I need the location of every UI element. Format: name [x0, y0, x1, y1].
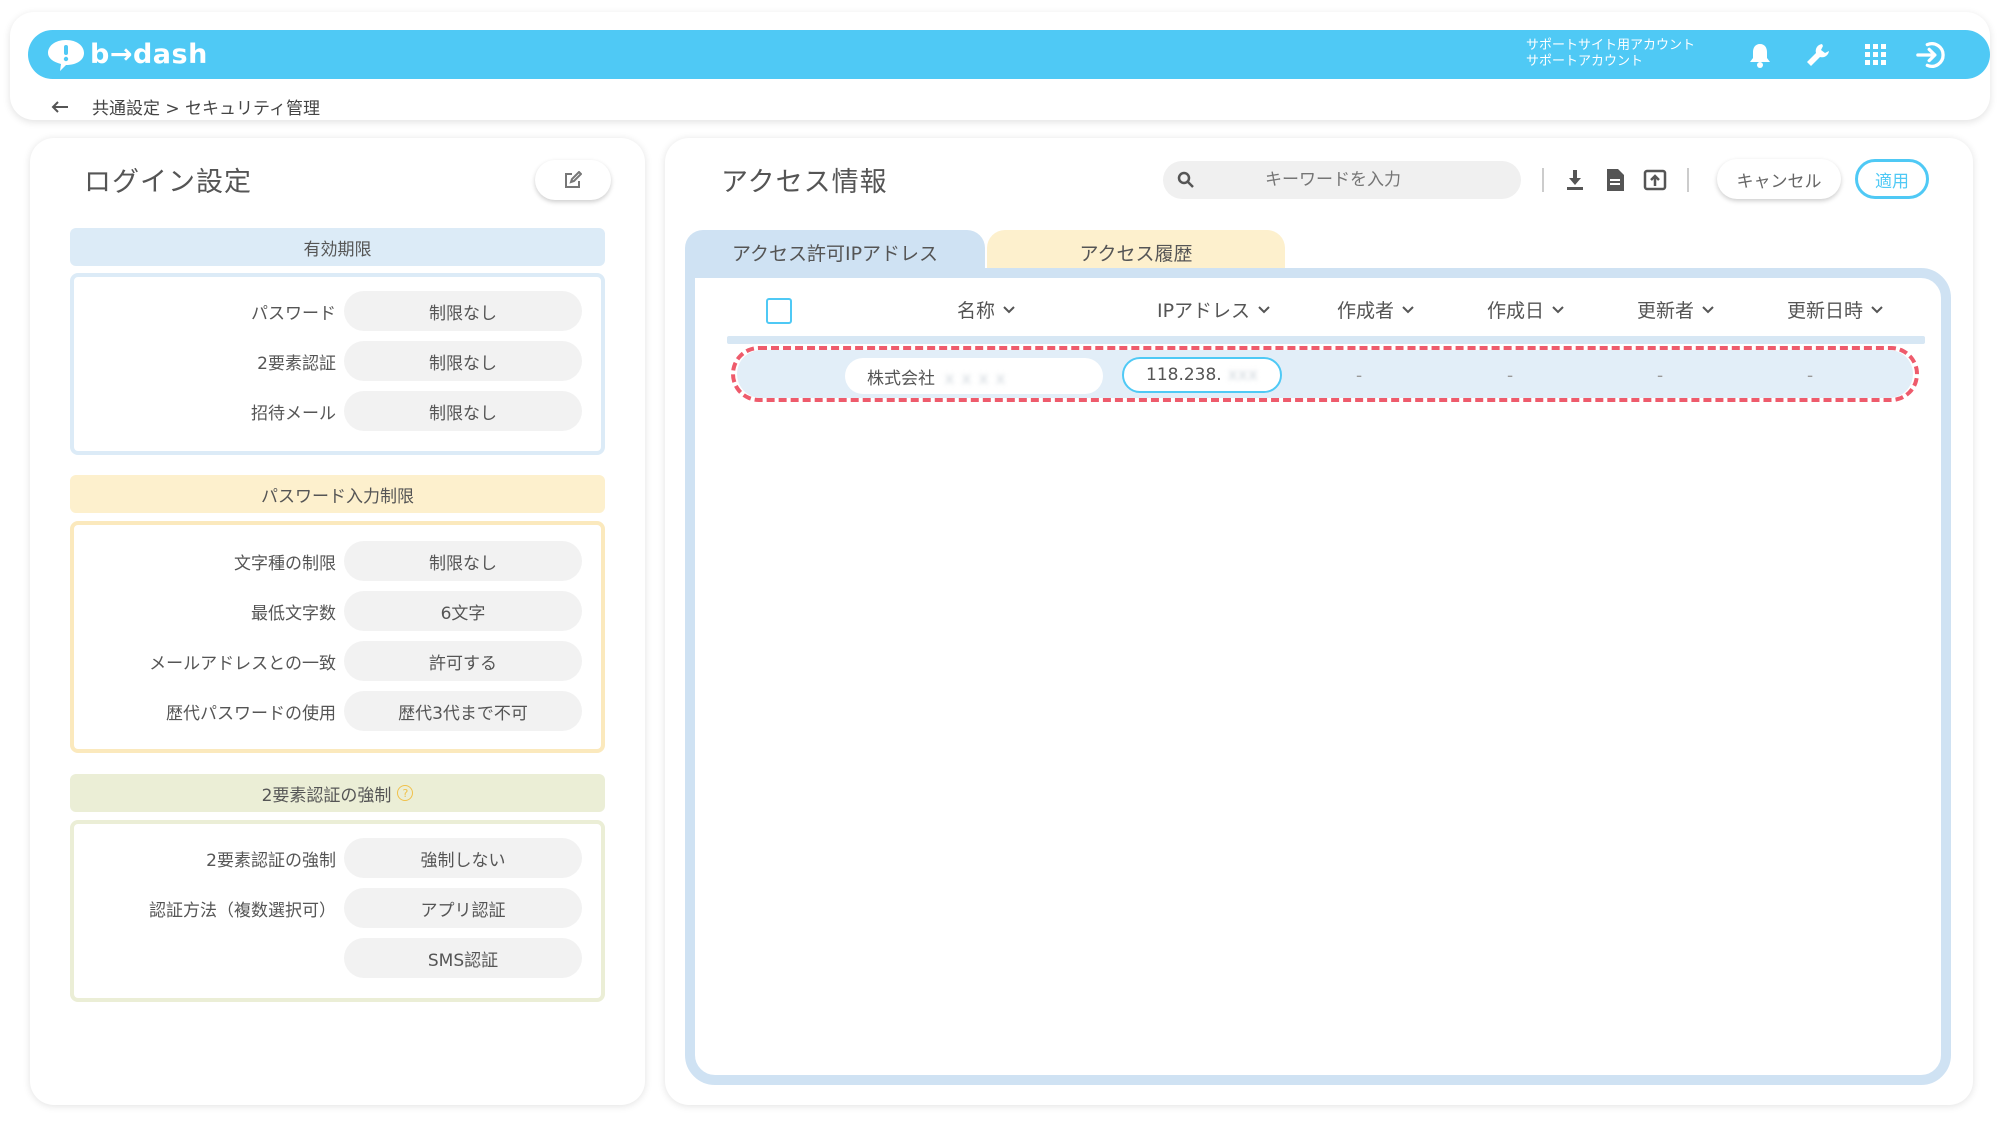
login-settings-title-text: ログイン設定	[84, 167, 252, 198]
chevron-down-icon	[1402, 305, 1414, 313]
setting-row: 文字種の制限 制限なし	[74, 541, 601, 581]
access-info-panel: アクセス情報 キャンセル 適用 アクセス許可IPアドレス アクセス履歴 名称 I…	[665, 138, 1973, 1105]
header-card: b→dash サポートサイト用アカウント サポートアカウント 共通設定 > セキ…	[10, 12, 1990, 120]
logo-text: b→dash	[90, 39, 208, 70]
section-head-2fa-text: 2要素認証の強制	[261, 785, 392, 806]
section-box-expiry: パスワード 制限なし 2要素認証 制限なし 招待メール 制限なし	[70, 273, 605, 455]
setting-value: アプリ認証	[344, 888, 582, 928]
column-header-label: 作成者	[1337, 300, 1395, 322]
column-header-label: 更新日時	[1787, 300, 1864, 322]
apply-button[interactable]: 適用	[1855, 159, 1929, 199]
setting-row: 2要素認証 制限なし	[74, 341, 601, 381]
setting-value: 6文字	[344, 591, 582, 631]
setting-row: 招待メール 制限なし	[74, 391, 601, 431]
setting-label: 文字種の制限	[234, 554, 336, 574]
bell-icon[interactable]	[1744, 40, 1776, 70]
column-header-label: 名称	[957, 300, 996, 322]
section-box-password-limits: 文字種の制限 制限なし 最低文字数 6文字 メールアドレスとの一致 許可する 歴…	[70, 521, 605, 753]
setting-label: メールアドレスとの一致	[149, 654, 336, 674]
breadcrumb-path: 共通設定 > セキュリティ管理	[92, 99, 321, 119]
setting-label: 招待メール	[251, 404, 336, 424]
setting-value: 強制しない	[344, 838, 582, 878]
chevron-down-icon	[1258, 305, 1270, 313]
setting-row: 2要素認証の強制 強制しない	[74, 838, 601, 878]
section-head-expiry: 有効期限	[70, 228, 605, 266]
column-header-name[interactable]: 名称	[957, 296, 1015, 323]
back-arrow-icon[interactable]	[50, 100, 70, 114]
document-icon[interactable]	[1601, 166, 1629, 194]
top-bar: b→dash サポートサイト用アカウント サポートアカウント	[28, 30, 1990, 79]
setting-row: メールアドレスとの一致 許可する	[74, 641, 601, 681]
login-settings-panel: ログイン設定 有効期限 パスワード 制限なし 2要素認証 制限なし 招待メール …	[30, 138, 645, 1105]
setting-row: SMS認証	[74, 938, 601, 978]
cancel-button[interactable]: キャンセル	[1717, 159, 1841, 199]
setting-label: 認証方法（複数選択可）	[149, 901, 336, 921]
setting-label: 最低文字数	[251, 604, 336, 624]
section-head-password-limits: パスワード入力制限	[70, 475, 605, 513]
column-header-label: 更新者	[1637, 300, 1695, 322]
setting-value: 制限なし	[344, 541, 582, 581]
column-header-creator[interactable]: 作成者	[1337, 296, 1414, 323]
section-box-2fa: 2要素認証の強制 強制しない 認証方法（複数選択可） アプリ認証 SMS認証	[70, 820, 605, 1002]
setting-row: 認証方法（複数選択可） アプリ認証	[74, 888, 601, 928]
help-icon[interactable]: ?	[397, 785, 414, 801]
highlight-dashed-outline	[731, 346, 1919, 402]
setting-value: 歴代3代まで不可	[344, 691, 582, 731]
chevron-down-icon	[1003, 305, 1015, 313]
toolbar-divider	[1542, 168, 1544, 192]
toolbar-divider	[1687, 168, 1689, 192]
header-divider	[727, 336, 1925, 344]
grid-icon[interactable]	[1860, 40, 1892, 70]
section-head-2fa: 2要素認証の強制 ?	[70, 774, 605, 812]
account-role: サポートアカウント	[1526, 54, 1644, 69]
wrench-icon[interactable]	[1802, 40, 1834, 70]
column-header-updater[interactable]: 更新者	[1637, 296, 1714, 323]
setting-value: 制限なし	[344, 391, 582, 431]
download-icon[interactable]	[1561, 166, 1589, 194]
access-info-title: アクセス情報	[707, 160, 902, 202]
search-input[interactable]	[1193, 170, 1473, 190]
setting-value: 制限なし	[344, 291, 582, 331]
logo-bubble-icon	[48, 39, 84, 71]
chevron-down-icon	[1871, 305, 1883, 313]
setting-label: パスワード	[251, 304, 336, 324]
column-header-ip[interactable]: IPアドレス	[1157, 296, 1270, 323]
column-header-label: IPアドレス	[1157, 300, 1251, 322]
ip-table: 名称 IPアドレス 作成者 作成日 更新者 更新日時 株式会社 ｘｘｘｘ 118…	[685, 268, 1951, 1085]
edit-button[interactable]	[535, 160, 611, 200]
search-box[interactable]	[1163, 161, 1521, 199]
setting-value: SMS認証	[344, 938, 582, 978]
chevron-down-icon	[1552, 305, 1564, 313]
setting-label: 2要素認証の強制	[206, 851, 336, 871]
logout-icon[interactable]	[1916, 40, 1948, 70]
account-name: サポートサイト用アカウント	[1526, 38, 1696, 53]
column-header-created[interactable]: 作成日	[1487, 296, 1564, 323]
setting-label: 2要素認証	[257, 354, 336, 374]
setting-row: 歴代パスワードの使用 歴代3代まで不可	[74, 691, 601, 731]
setting-label: 歴代パスワードの使用	[166, 704, 336, 724]
search-icon	[1177, 171, 1194, 188]
column-header-updated[interactable]: 更新日時	[1787, 296, 1883, 323]
upload-icon[interactable]	[1641, 166, 1669, 194]
column-header-label: 作成日	[1487, 300, 1545, 322]
logo[interactable]: b→dash	[46, 38, 208, 72]
setting-row: 最低文字数 6文字	[74, 591, 601, 631]
chevron-down-icon	[1702, 305, 1714, 313]
select-all-checkbox[interactable]	[766, 298, 792, 324]
breadcrumb: 共通設定 > セキュリティ管理	[50, 94, 320, 119]
edit-icon	[565, 171, 582, 188]
access-info-title-text: アクセス情報	[721, 167, 888, 198]
setting-value: 制限なし	[344, 341, 582, 381]
account-info[interactable]: サポートサイト用アカウント サポートアカウント	[1526, 38, 1695, 70]
setting-value: 許可する	[344, 641, 582, 681]
setting-row: パスワード 制限なし	[74, 291, 601, 331]
login-settings-title: ログイン設定	[70, 160, 266, 202]
